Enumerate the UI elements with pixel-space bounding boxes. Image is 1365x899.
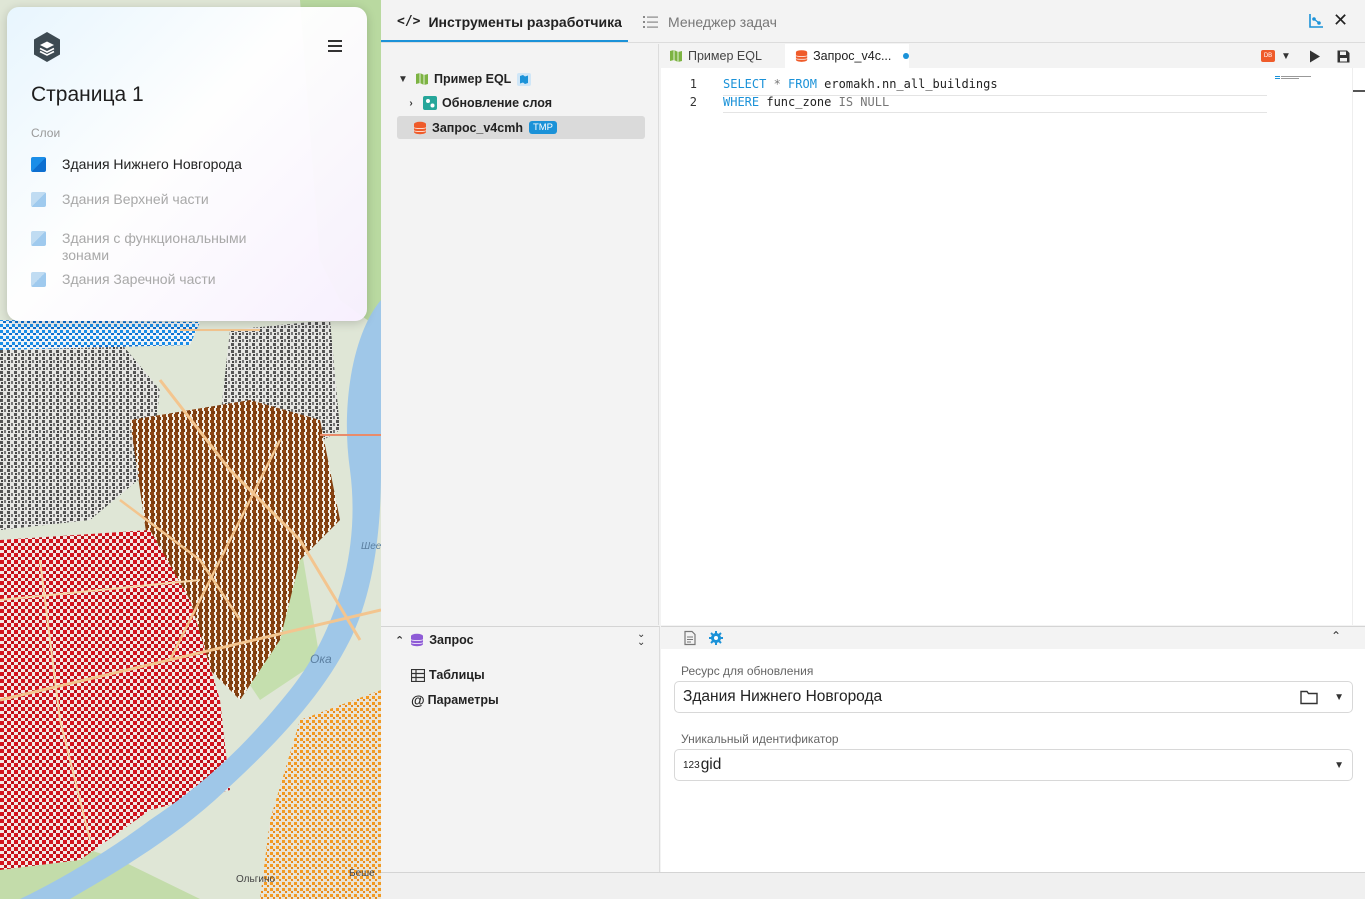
layer-name: Здания Заречной части [62, 271, 216, 287]
query-section-header[interactable]: ⌃ Запрос [395, 633, 474, 647]
map-label-river: Ока [310, 652, 332, 666]
line-number: 2 [689, 95, 697, 109]
collapse-all-icon[interactable]: ⌄ ⌄ [637, 630, 645, 648]
resource-select[interactable]: Здания Нижнего Новгорода ▼ [674, 681, 1353, 713]
layer-item[interactable]: Здания Заречной части [31, 271, 262, 288]
db-select-caret-icon[interactable]: ▼ [1281, 51, 1291, 62]
line-number: 1 [689, 77, 697, 91]
layer-panel: Страница 1 Слои Здания Нижнего Новгорода… [7, 7, 367, 321]
app-logo-icon [34, 32, 60, 62]
code-icon: </> [397, 14, 421, 29]
close-icon[interactable]: ✕ [1333, 10, 1348, 31]
editor-tab-label: Запрос_v4c... [813, 49, 892, 63]
save-icon[interactable] [1337, 50, 1350, 63]
map-badge-icon [517, 72, 532, 86]
database-icon [413, 121, 427, 134]
code-line: 1 SELECT * FROM eromakh.nn_all_buildings [661, 77, 998, 95]
layer-item[interactable]: Здания с функциональными зонами [31, 230, 262, 264]
layer-item[interactable]: Здания Верхней части [31, 191, 262, 208]
layer-color-icon [31, 272, 46, 287]
tree-item-layer-update[interactable]: › Обновление слоя [405, 92, 552, 114]
editor-tab-query[interactable]: Запрос_v4c... [785, 44, 909, 68]
run-icon[interactable] [1309, 50, 1321, 63]
folder-icon[interactable] [1300, 689, 1318, 705]
chevron-down-icon: ▼ [398, 73, 408, 85]
resource-label: Ресурс для обновления [681, 664, 814, 678]
tab-devtools-label: Инструменты разработчика [428, 13, 622, 30]
project-tree: ▼ Пример EQL › Обновление слоя Запрос_v4… [381, 44, 659, 625]
query-section-label: Запрос [429, 633, 474, 647]
query-structure-panel: ⌃ Запрос ⌄ ⌄ Таблицы @ Параметры [381, 626, 660, 872]
editor-tab-label: Пример EQL [688, 49, 762, 63]
tree-item-label: Пример EQL [434, 72, 512, 86]
document-icon[interactable] [682, 630, 698, 646]
chevron-up-icon[interactable]: ⌃ [1331, 629, 1341, 643]
params-item[interactable]: @ Параметры [411, 692, 499, 708]
tree-item-query[interactable]: Запрос_v4cmh TMP [397, 116, 645, 139]
gear-icon[interactable] [708, 630, 724, 646]
tab-task-manager[interactable]: Менеджер задач [643, 0, 777, 43]
chevron-down-icon: ▼ [1334, 692, 1344, 703]
devtools-tabbar: </> Инструменты разработчика Менеджер за… [381, 0, 1365, 43]
map-label-district: Ольгино [236, 874, 276, 885]
layer-color-icon [31, 231, 46, 246]
code-line: 2 WHERE func_zone IS NULL [661, 95, 889, 113]
chevron-right-icon: › [409, 97, 413, 109]
layer-name: Здания Верхней части [62, 191, 209, 207]
number-type-icon: 123 [683, 759, 700, 771]
layer-update-icon [423, 96, 437, 110]
tab-task-manager-label: Менеджер задач [668, 13, 777, 30]
page-title: Страница 1 [31, 83, 144, 106]
active-tab-indicator [381, 40, 628, 42]
list-icon [643, 15, 658, 28]
code-text: SELECT * FROM eromakh.nn_all_buildings [723, 77, 998, 91]
map-label-street: Шее [361, 541, 381, 552]
layer-color-icon [31, 192, 46, 207]
params-label: Параметры [427, 693, 499, 707]
database-icon [795, 50, 808, 62]
code-minimap[interactable] [1275, 76, 1315, 79]
table-icon [411, 668, 425, 682]
editor-tabbar: Пример EQL Запрос_v4c... [661, 44, 1365, 68]
chevron-down-icon: ▼ [1334, 760, 1344, 771]
layer-name: Здания с функциональными зонами [62, 230, 247, 263]
resource-value: Здания Нижнего Новгорода [683, 688, 883, 705]
unsaved-dot-icon [903, 53, 909, 59]
map-icon [416, 73, 428, 85]
id-select[interactable]: 123 gid ▼ [674, 749, 1353, 781]
status-bar [381, 872, 1365, 899]
layer-item[interactable]: Здания Нижнего Новгорода [31, 156, 262, 173]
map-label-district-2: Беше [349, 868, 375, 879]
devtools-window: </> Инструменты разработчика Менеджер за… [381, 0, 1365, 899]
code-editor[interactable]: 1 SELECT * FROM eromakh.nn_all_buildings… [661, 68, 1365, 625]
code-text: WHERE func_zone IS NULL [723, 95, 890, 109]
tree-item-eql-example[interactable]: ▼ Пример EQL [397, 68, 532, 90]
layer-name: Здания Нижнего Новгорода [62, 156, 242, 172]
settings-toolbar: ⌃ [661, 627, 1365, 649]
id-label: Уникальный идентификатор [681, 732, 839, 746]
tab-devtools[interactable]: </> Инструменты разработчика [397, 0, 622, 43]
tree-item-label: Обновление слоя [442, 96, 553, 110]
at-sign-icon: @ [411, 692, 425, 708]
tables-label: Таблицы [429, 668, 485, 682]
db-select-icon[interactable]: DB [1261, 50, 1275, 62]
scroll-thumb[interactable] [1353, 90, 1365, 92]
tables-item[interactable]: Таблицы [411, 668, 485, 682]
id-value: gid [700, 756, 722, 773]
menu-icon[interactable] [325, 37, 345, 57]
layer-color-icon [31, 157, 46, 172]
tmp-badge: TMP [528, 121, 558, 134]
chevron-up-icon: ⌃ [395, 634, 405, 647]
map-icon [670, 50, 682, 62]
query-settings-panel: ⌃ Ресурс для обновления Здания Нижнего Н… [661, 626, 1365, 872]
database-icon [410, 633, 424, 647]
editor-scrollbar[interactable] [1352, 68, 1365, 625]
editor-toolbar: DB ▼ [1261, 44, 1350, 68]
editor-tab-eql[interactable]: Пример EQL [669, 44, 762, 68]
graph-icon[interactable] [1307, 12, 1325, 30]
tree-item-label: Запрос_v4cmh [432, 120, 523, 135]
layers-label: Слои [31, 126, 61, 140]
